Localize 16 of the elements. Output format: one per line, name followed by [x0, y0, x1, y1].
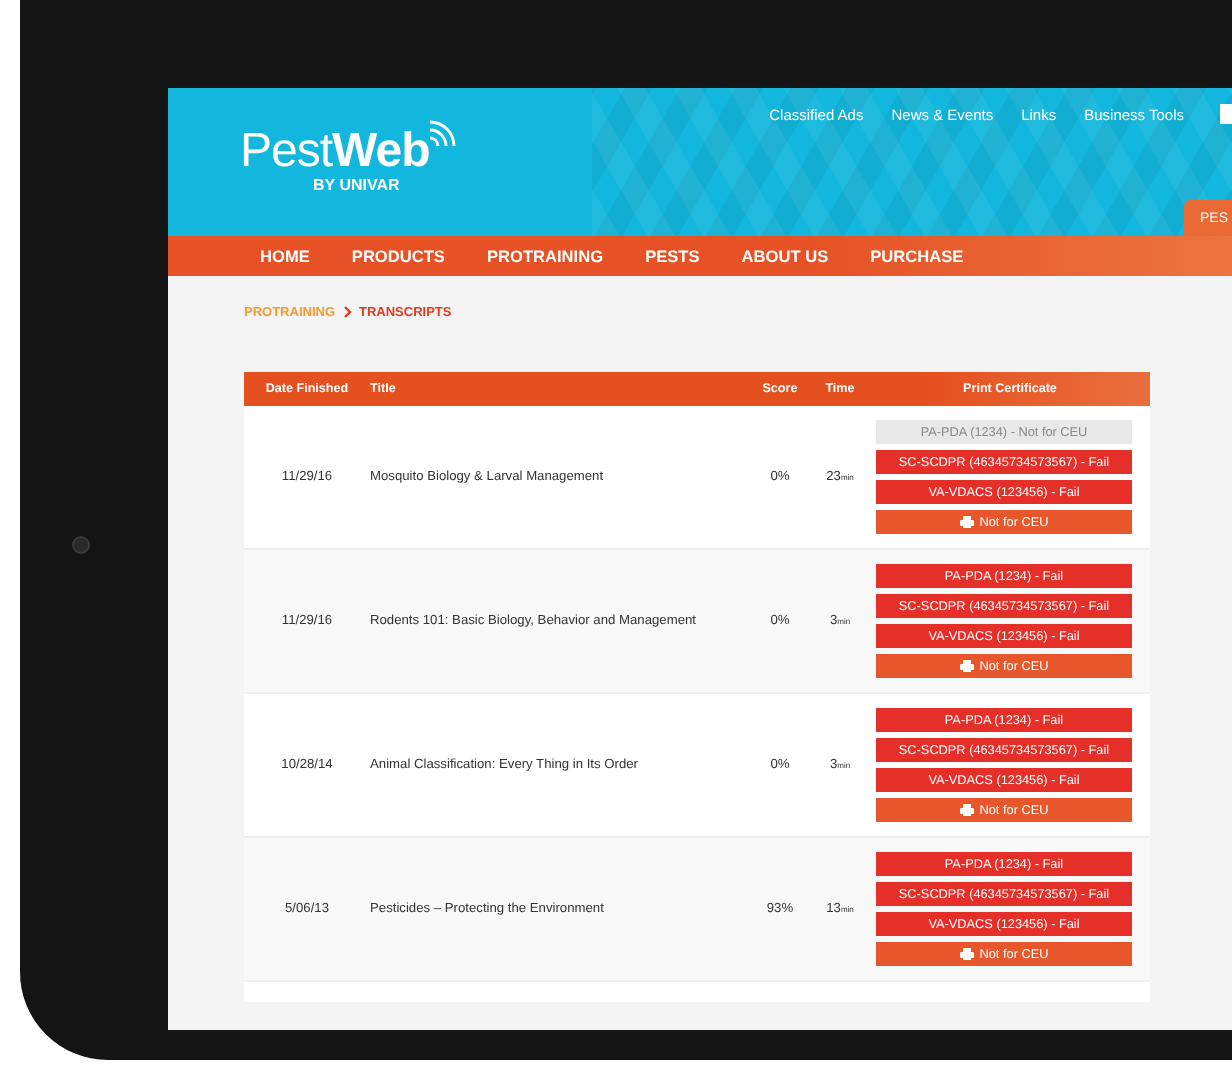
signal-waves-icon	[427, 120, 456, 148]
search-field[interactable]	[1220, 104, 1232, 124]
nav-link[interactable]: PURCHASE	[870, 246, 964, 266]
chevron-icon	[343, 306, 351, 318]
nav-link[interactable]: ABOUT US	[741, 246, 829, 266]
printer-icon	[959, 516, 974, 528]
camera-icon	[72, 536, 90, 554]
logo-byline: BY UNIVAR	[313, 176, 400, 194]
nav-link[interactable]: PROTRAINING	[486, 246, 604, 266]
nav-link[interactable]: PRODUCTS	[351, 246, 445, 266]
logo-wordmark: PestWeb	[240, 128, 430, 176]
nav-link[interactable]: HOME	[260, 246, 310, 266]
printer-icon	[959, 804, 974, 816]
nav-link[interactable]: PESTS	[645, 246, 700, 266]
printer-icon	[959, 948, 974, 960]
printer-icon	[959, 660, 974, 672]
